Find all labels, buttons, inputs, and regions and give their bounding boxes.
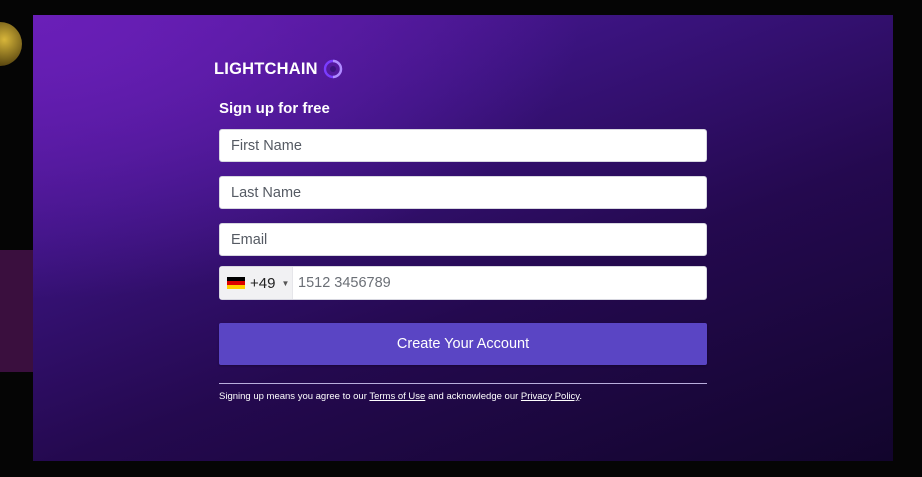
logo-text: LIGHTCHAIN bbox=[214, 59, 318, 78]
legal-suffix: . bbox=[579, 391, 582, 402]
legal-middle: and acknowledge our bbox=[425, 391, 521, 402]
background-card-fragment bbox=[0, 250, 34, 372]
privacy-policy-link[interactable]: Privacy Policy bbox=[521, 391, 579, 402]
first-name-field[interactable]: First Name bbox=[219, 129, 707, 162]
dial-code: +49 bbox=[250, 274, 276, 292]
phone-field: +49 ▼ 1512 3456789 bbox=[219, 266, 707, 300]
legal-notice: Signing up means you agree to our Terms … bbox=[219, 391, 582, 402]
email-placeholder: Email bbox=[231, 231, 268, 248]
create-account-button[interactable]: Create Your Account bbox=[219, 323, 707, 365]
terms-of-use-link[interactable]: Terms of Use bbox=[369, 391, 425, 402]
legal-prefix: Signing up means you agree to our bbox=[219, 391, 370, 402]
signup-modal: LIGHTCHAIN Sign up for free First Name L… bbox=[33, 15, 893, 461]
form-heading: Sign up for free bbox=[219, 100, 330, 117]
germany-flag-icon bbox=[227, 277, 245, 289]
background-coin-icon bbox=[0, 22, 22, 66]
caret-down-icon: ▼ bbox=[281, 278, 290, 288]
divider bbox=[219, 383, 707, 384]
last-name-field[interactable]: Last Name bbox=[219, 176, 707, 209]
last-name-placeholder: Last Name bbox=[231, 184, 302, 201]
logo: LIGHTCHAIN bbox=[214, 58, 344, 80]
email-field[interactable]: Email bbox=[219, 223, 707, 256]
phone-number-input[interactable]: 1512 3456789 bbox=[293, 275, 391, 291]
lightchain-logo-icon bbox=[323, 59, 342, 79]
country-code-select[interactable]: +49 ▼ bbox=[220, 267, 293, 299]
first-name-placeholder: First Name bbox=[231, 137, 302, 154]
